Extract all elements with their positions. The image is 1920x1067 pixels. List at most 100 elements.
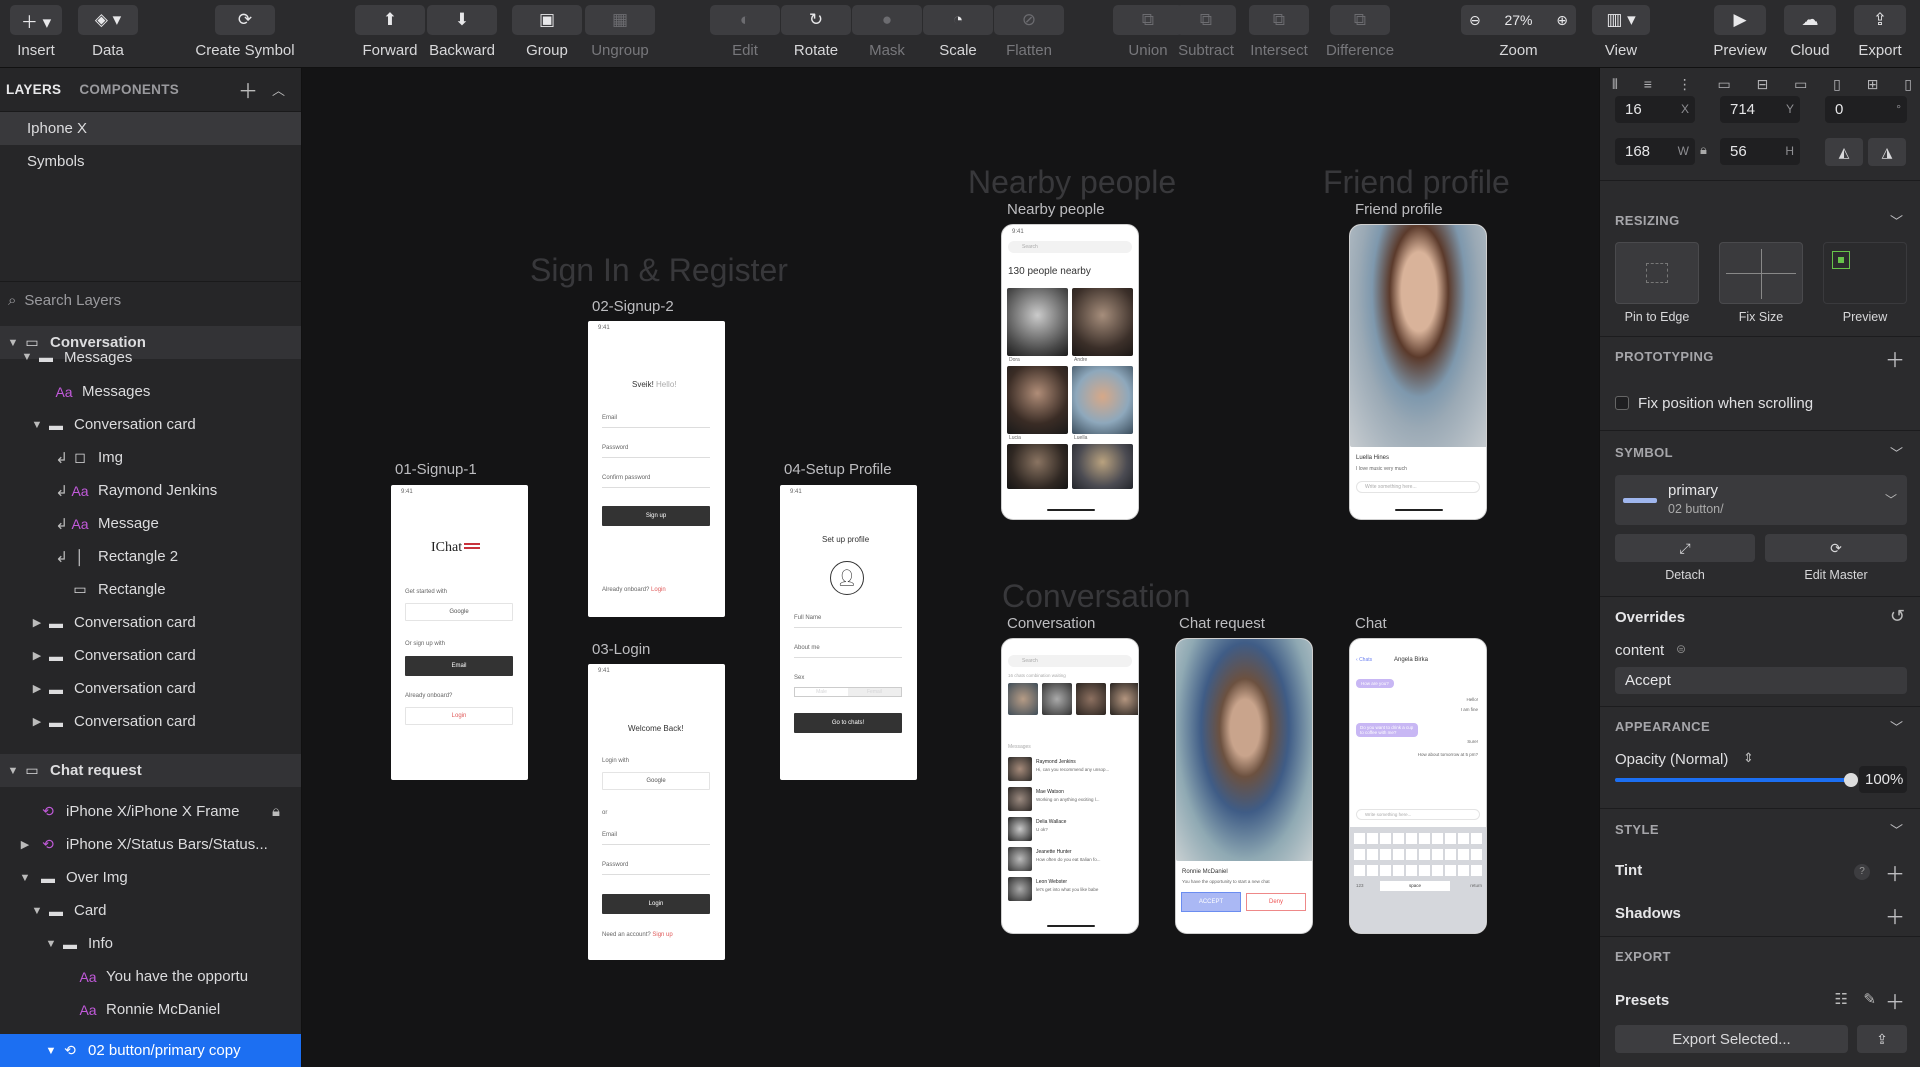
insert-tool[interactable]: ＋ ▾ Insert [10,0,62,68]
mask-tool[interactable]: ● Mask [852,0,922,68]
page-iphone-x[interactable]: Iphone X [0,112,301,145]
artboard-signup-1[interactable]: 9:41 IChat Get started with Google Or si… [391,485,528,780]
accept-button[interactable]: ACCEPT [1181,892,1241,912]
artboard-title[interactable]: 01-Signup-1 [395,461,477,478]
artboard-title[interactable]: 02-Signup-2 [592,298,674,315]
distribute-v-icon[interactable]: ▯ [1904,76,1912,96]
sign-up-button[interactable]: Sign up [602,506,710,526]
google-button[interactable]: Google [405,603,513,621]
layer-ronnie-mcdaniel[interactable]: Aa Ronnie McDaniel [0,993,301,1026]
reset-icon[interactable]: ↺ [1890,606,1905,627]
layer-messages-text[interactable]: Aa Messages [0,375,301,408]
artboard-chat-request[interactable]: Ronnie McDaniel You have the opportunity… [1175,638,1313,934]
add-page-icon[interactable]: ＋ [238,75,258,104]
artboard-title[interactable]: Friend profile [1355,201,1443,218]
union-tool[interactable]: ⧉ Union [1113,0,1183,68]
flatten-tool[interactable]: ⊘ Flatten [994,0,1064,68]
subtract-tool[interactable]: ⧉ Subtract [1174,0,1238,68]
symbol-selector[interactable]: primary 02 button/ ﹀ [1615,475,1907,525]
go-to-chats-button[interactable]: Go to chats! [794,713,902,733]
zoom-control[interactable]: ⊖ 27% ⊕ Zoom [1461,0,1576,68]
chevron-down-icon[interactable]: ﹀ [1890,820,1903,839]
height-field[interactable]: 56 H [1720,138,1800,165]
collapse-icon[interactable]: ︿ [272,80,285,99]
layer-raymond-jenkins[interactable]: ↲ Aa Raymond Jenkins [0,474,301,507]
layer-conversation-card[interactable]: ▼ ▬ Conversation card [0,408,301,441]
layer-opportunity-text[interactable]: Aa You have the opportu [0,960,301,993]
align-left-icon[interactable]: ⫴ [1612,76,1618,96]
flip-horizontal-icon[interactable]: ◭ [1825,138,1863,166]
opacity-handle[interactable] [1844,773,1858,787]
zoom-in-icon[interactable]: ⊕ [1556,12,1568,29]
opacity-mode[interactable]: Opacity (Normal) [1615,751,1728,768]
add-export-icon[interactable]: ＋ [1885,986,1905,1015]
avatar-placeholder-icon[interactable]: 👤︎ [830,561,864,595]
backward-tool[interactable]: ⬇ Backward [426,0,498,68]
layer-card[interactable]: ▼ ▬ Card [0,894,301,927]
align-middle-icon[interactable]: ⊟ [1757,76,1769,96]
opacity-slider[interactable] [1615,773,1858,787]
view-tool[interactable]: ▥ ▾ View [1592,0,1650,68]
intersect-tool[interactable]: ⧉ Intersect [1247,0,1311,68]
fix-position-checkbox[interactable] [1615,396,1629,410]
add-shadow-icon[interactable]: ＋ [1885,901,1905,930]
layer-rectangle[interactable]: ▭ Rectangle [0,573,301,606]
artboard-nearby-people[interactable]: 9:41 Search 130 people nearby Dora Andre… [1001,224,1139,520]
layer-conversation-card[interactable]: ▶ ▬ Conversation card [0,639,301,672]
keyboard[interactable]: 123 space return [1350,827,1486,933]
distribute-h-icon[interactable]: ⊞ [1867,76,1879,96]
artboard-friend-profile[interactable]: Luella Hines I love music very much Writ… [1349,224,1487,520]
share-icon[interactable]: ⇪ [1857,1025,1907,1053]
artboard-setup-profile[interactable]: 9:41 Set up profile 👤︎ Full Name About m… [780,485,917,780]
artboard-conversation[interactable]: Search 16 chats combination waiting Mess… [1001,638,1139,934]
align-top-icon[interactable]: ▭ [1718,76,1731,96]
artboard-title[interactable]: Conversation [1007,615,1095,632]
preset-settings-icon[interactable]: ☷ [1835,990,1848,1008]
content-override-input[interactable]: Accept [1615,667,1907,694]
canvas[interactable]: Sign In & Register Nearby people Friend … [302,68,1599,1067]
artboard-title[interactable]: 03-Login [592,641,650,658]
layer-chat-request[interactable]: ▼ ▭ Chat request [0,754,301,787]
artboard-login[interactable]: 9:41 Welcome Back! Login with Google or … [588,664,725,960]
zoom-out-icon[interactable]: ⊖ [1469,12,1481,29]
edit-tool[interactable]: ◐ Edit [710,0,780,68]
add-tint-icon[interactable]: ＋ [1885,858,1905,887]
align-right-icon[interactable]: ▯ [1833,76,1841,96]
layer-rectangle-2[interactable]: ↲ │ Rectangle 2 [0,540,301,573]
search-layers[interactable]: ⌕ Search Layers [0,281,301,318]
artboard-title[interactable]: Chat [1355,615,1387,632]
layer-conversation-card[interactable]: ▶ ▬ Conversation card [0,672,301,705]
email-button[interactable]: Email [405,656,513,676]
distribute-icon[interactable]: ⋮ [1678,76,1692,96]
layer-status-bars[interactable]: ▶ ⟲ iPhone X/Status Bars/Status... [0,828,301,861]
lock-ratio-icon[interactable]: 🔒︎ [1700,142,1707,158]
ungroup-tool[interactable]: ▦ Ungroup [583,0,657,68]
layer-message[interactable]: ↲ Aa Message [0,507,301,540]
tab-components[interactable]: COMPONENTS [79,82,179,97]
create-symbol-tool[interactable]: ⟳ Create Symbol [190,0,300,68]
opacity-input[interactable]: 100% [1859,766,1907,793]
layer-messages-group[interactable]: ▼ ▬ Messages [0,348,301,366]
google-button[interactable]: Google [602,772,710,790]
pin-to-edge-box[interactable] [1615,242,1699,304]
chevron-down-icon[interactable]: ﹀ [1890,717,1903,736]
forward-tool[interactable]: ⬆ Forward [355,0,425,68]
tab-layers[interactable]: LAYERS [6,82,61,97]
help-icon[interactable]: ? [1854,864,1870,880]
artboard-chat[interactable]: ‹ Chats Angela Birka How are you? Hello!… [1349,638,1487,934]
layer-img[interactable]: ↲ ◻ Img [0,441,301,474]
rotation-field[interactable]: 0 ° [1825,96,1907,123]
layer-conversation-card[interactable]: ▶ ▬ Conversation card [0,606,301,639]
x-field[interactable]: 16 X [1615,96,1695,123]
layer-info[interactable]: ▼ ▬ Info [0,927,301,960]
lock-icon[interactable]: 🔒︎ [272,803,280,820]
cloud-tool[interactable]: ☁ Cloud [1784,0,1836,68]
artboard-title[interactable]: 04-Setup Profile [784,461,892,478]
search-input[interactable]: Search Layers [24,292,121,309]
add-prototype-icon[interactable]: ＋ [1885,344,1905,373]
difference-tool[interactable]: ⧉ Difference [1320,0,1400,68]
align-bottom-icon[interactable]: ▭ [1794,76,1807,96]
updown-icon[interactable]: ⇕ [1743,750,1754,766]
login-button[interactable]: Login [602,894,710,914]
preview-tool[interactable]: ▶ Preview [1713,0,1767,68]
